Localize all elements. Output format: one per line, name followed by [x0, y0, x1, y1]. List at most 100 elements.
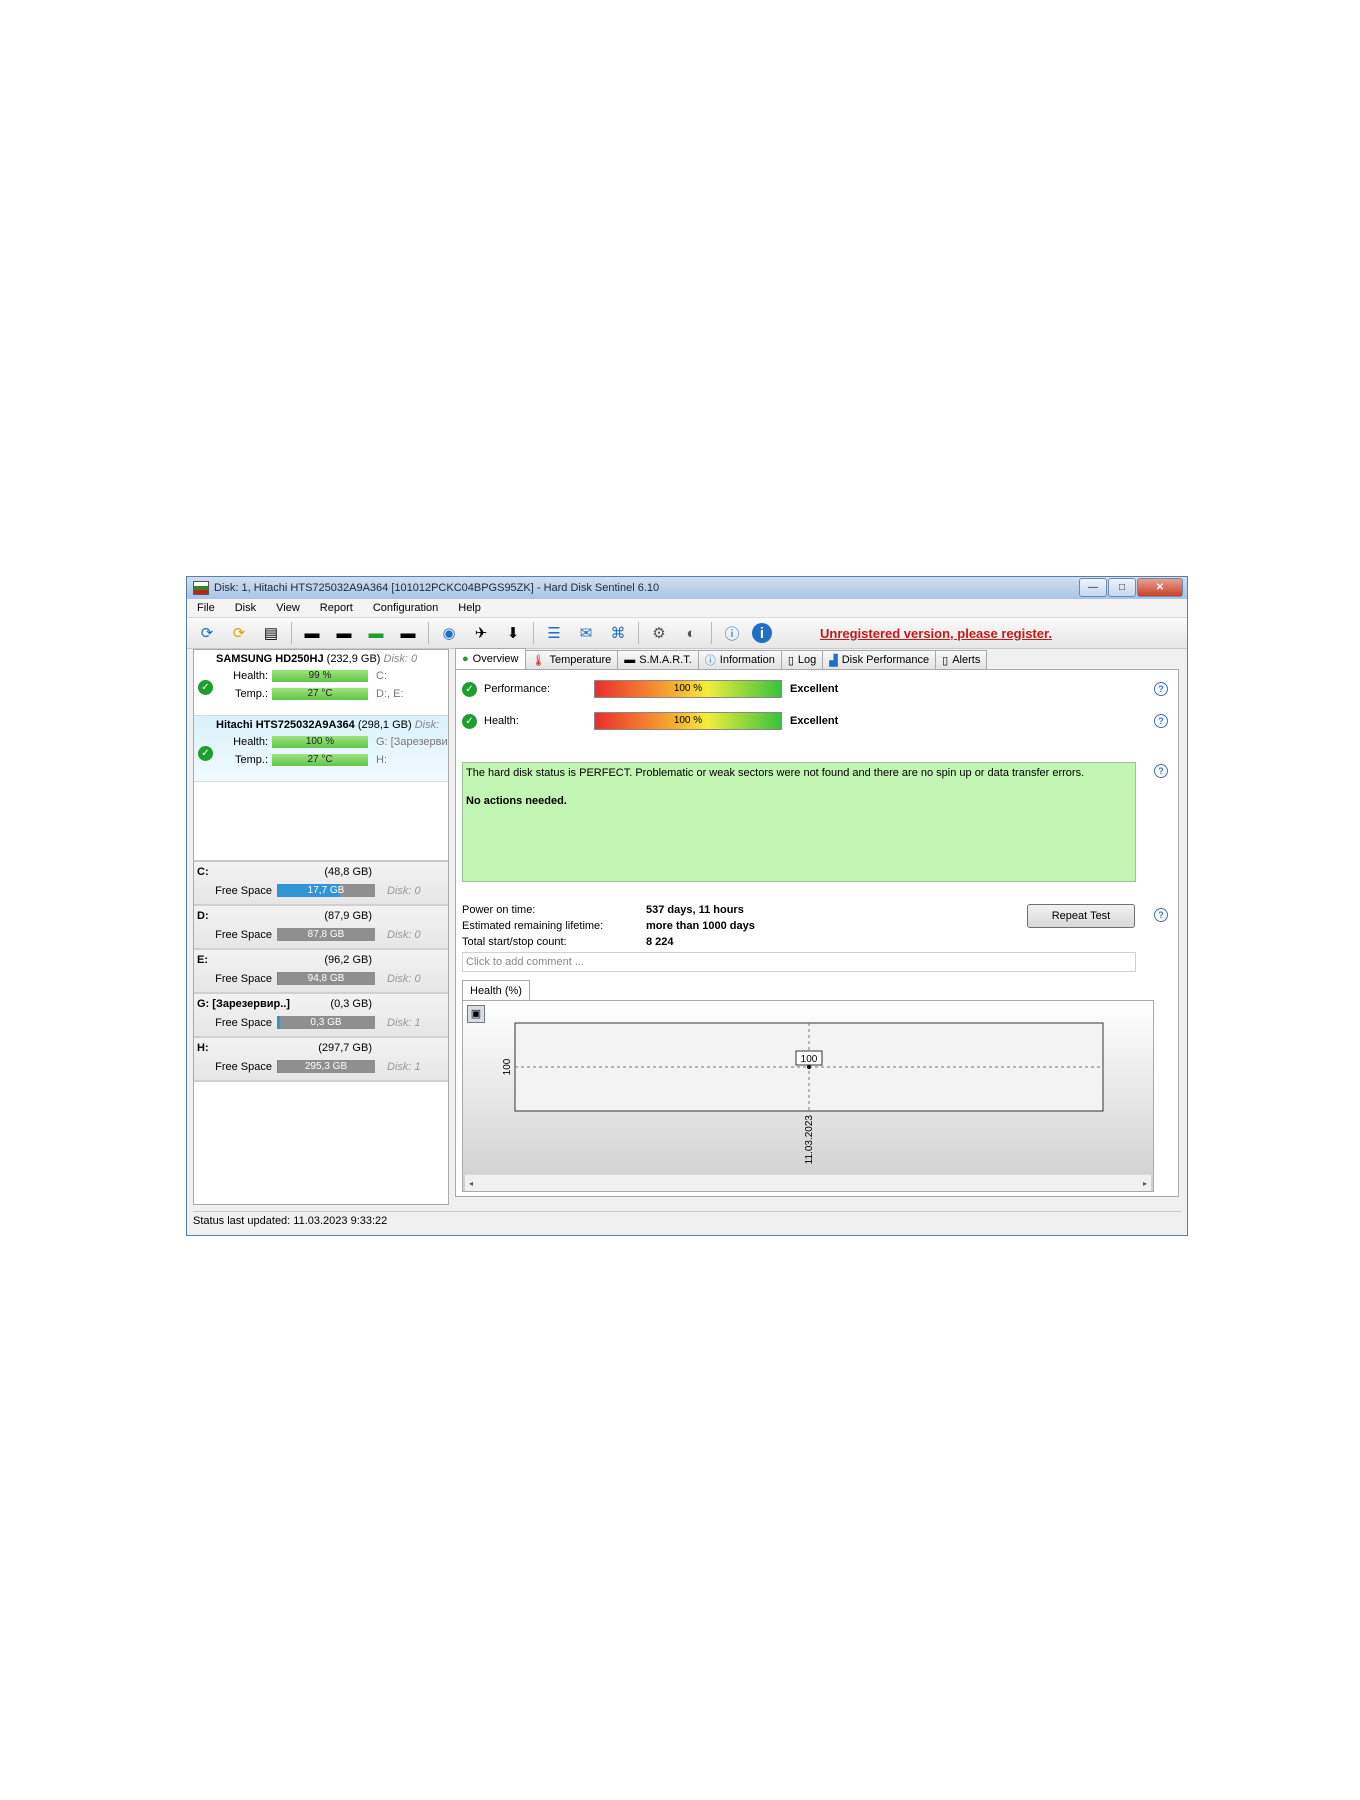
refresh-warning-icon[interactable]: ⟳	[227, 621, 251, 645]
health-chart: 100 100 11.03.2023	[502, 1022, 1104, 1164]
info-row: Estimated remaining lifetime: more than 1…	[462, 920, 755, 936]
horizontal-scrollbar[interactable]: ◂ ▸	[465, 1174, 1151, 1191]
network-icon[interactable]: ⌘	[606, 621, 630, 645]
tab-label: Temperature	[549, 654, 612, 666]
globe-icon[interactable]: ◉	[437, 621, 461, 645]
volume-size: (48,8 GB)	[324, 866, 372, 878]
disk-timer-icon[interactable]: ▬	[332, 621, 356, 645]
menu-report[interactable]: Report	[320, 602, 353, 614]
disk-index: Disk:	[414, 719, 440, 731]
register-link[interactable]: Unregistered version, please register.	[820, 626, 1052, 641]
help-icon[interactable]: ?	[1154, 682, 1168, 696]
help-icon[interactable]: ?	[1154, 908, 1168, 922]
scroll-right-icon[interactable]: ▸	[1143, 1179, 1147, 1188]
volume-disk-index: Disk: 0	[387, 972, 421, 985]
volume-header: C: (48,8 GB)	[194, 862, 448, 878]
ok-check-icon: ✓	[462, 682, 477, 697]
disk-send-icon[interactable]: ⬇	[501, 621, 525, 645]
title-bar[interactable]: Disk: 1, Hitachi HTS725032A9A364 [101012…	[187, 577, 1187, 599]
notes-icon[interactable]: ☰	[542, 621, 566, 645]
toolbar-separator	[711, 622, 712, 644]
disk-size: (232,9 GB)	[326, 653, 381, 665]
tab-alerts[interactable]: ▯ Alerts	[935, 650, 988, 669]
scroll-left-icon[interactable]: ◂	[469, 1179, 473, 1188]
overview-panel: ✓ Performance: 100 % Excellent ? ✓ Health:…	[455, 669, 1179, 1197]
free-space-bar: 17,7 GB	[277, 884, 375, 897]
disk-search-icon[interactable]: ▬	[396, 621, 420, 645]
info-value: 8 224	[646, 936, 674, 948]
performance-label-wrap: ✓ Performance:	[462, 682, 594, 697]
gear-icon[interactable]: ⚙	[647, 621, 671, 645]
tab-label: Information	[719, 654, 775, 666]
health-bar: 100 %	[594, 712, 782, 730]
comment-input[interactable]: Click to add comment ...	[462, 952, 1136, 972]
tab-temperature[interactable]: 🌡 Temperature	[524, 650, 619, 669]
menu-configuration[interactable]: Configuration	[373, 602, 438, 614]
free-space-row: Free Space 17,7 GB Disk: 0	[194, 884, 448, 897]
disk-size: (298,1 GB)	[357, 719, 412, 731]
volume-letter: E:	[197, 954, 208, 966]
tab-health-chart[interactable]: Health (%)	[462, 980, 530, 1001]
disk-item-0[interactable]: SAMSUNG HD250HJ (232,9 GB) Disk: 0 ✓ Hea…	[194, 650, 448, 716]
tab-log[interactable]: ▯ Log	[780, 650, 824, 669]
temp-bar: 27 °C	[272, 754, 368, 766]
health-result: Excellent	[790, 715, 839, 727]
volume-header: E: (96,2 GB)	[194, 950, 448, 966]
help-icon[interactable]: ⓘ	[720, 621, 744, 645]
volume-disk-index: Disk: 1	[387, 1060, 421, 1073]
health-row: ✓ Health: 100 % Excellent	[462, 712, 838, 730]
menu-file[interactable]: File	[197, 602, 215, 614]
status-message-box: The hard disk status is PERFECT. Problem…	[462, 762, 1136, 882]
volume-item[interactable]: H: (297,7 GB) Free Space 295,3 GB Disk: 1	[194, 1038, 448, 1082]
disk-item-1[interactable]: Hitachi HTS725032A9A364 (298,1 GB) Disk:…	[194, 716, 448, 782]
refresh-icon[interactable]: ⟳	[195, 621, 219, 645]
volume-header: D: (87,9 GB)	[194, 906, 448, 922]
used-space-fill	[277, 1060, 278, 1073]
temp-row: Temp.: 27 °C D:, E:	[194, 687, 448, 701]
disk-check-icon[interactable]: ▬	[300, 621, 324, 645]
disk-name: Hitachi HTS725032A9A364	[216, 719, 355, 731]
free-space-label: Free Space	[215, 1016, 272, 1029]
menu-view[interactable]: View	[276, 602, 300, 614]
status-bar: Status last updated: 11.03.2023 9:33:22	[193, 1211, 1181, 1230]
repeat-test-button[interactable]: Repeat Test	[1027, 904, 1135, 928]
mail-icon[interactable]: ✉	[574, 621, 598, 645]
disk-name: SAMSUNG HD250HJ	[216, 653, 324, 665]
volume-item[interactable]: G: [Зарезервир..] (0,3 GB) Free Space 0,3 G…	[194, 994, 448, 1038]
info-row: Power on time: 537 days, 11 hours	[462, 904, 755, 920]
health-label: Health:	[484, 715, 519, 727]
detail-panel: ● Overview 🌡 Temperature ▬ S.M.A.R.T. ⓘ Info…	[455, 648, 1179, 1205]
free-space-label: Free Space	[215, 972, 272, 985]
info-icon[interactable]: i	[752, 623, 772, 643]
performance-bar: 100 %	[594, 680, 782, 698]
disk-name-row: Hitachi HTS725032A9A364 (298,1 GB) Disk:	[194, 719, 448, 731]
volume-item[interactable]: E: (96,2 GB) Free Space 94,8 GB Disk: 0	[194, 950, 448, 994]
help-icon[interactable]: ?	[1154, 714, 1168, 728]
volume-item[interactable]: C: (48,8 GB) Free Space 17,7 GB Disk: 0	[194, 862, 448, 906]
help-icon[interactable]: ?	[1154, 764, 1168, 778]
tab-disk-performance[interactable]: ▟ Disk Performance	[822, 650, 937, 669]
sound-icon[interactable]: ◐	[679, 621, 703, 645]
menu-help[interactable]: Help	[458, 602, 481, 614]
tab-information[interactable]: ⓘ Information	[697, 650, 782, 669]
maximize-button[interactable]: □	[1108, 578, 1136, 597]
disk-icon[interactable]: ▤	[259, 621, 283, 645]
actions-text: No actions needed.	[466, 795, 567, 807]
free-space-label: Free Space	[215, 928, 272, 941]
satellite-icon[interactable]: ✈	[469, 621, 493, 645]
tab-label: S.M.A.R.T.	[639, 654, 692, 666]
volume-header: H: (297,7 GB)	[194, 1038, 448, 1054]
menu-disk[interactable]: Disk	[235, 602, 256, 614]
minimize-button[interactable]: —	[1079, 578, 1107, 597]
disk-ok-icon[interactable]: ▬	[364, 621, 388, 645]
info-key: Power on time:	[462, 904, 536, 916]
volume-item[interactable]: D: (87,9 GB) Free Space 87,8 GB Disk: 0	[194, 906, 448, 950]
disk-index: Disk: 0	[383, 653, 418, 665]
disk-info: Power on time: 537 days, 11 hours Estimat…	[462, 904, 755, 952]
free-space-bar: 295,3 GB	[277, 1060, 375, 1073]
tab-overview[interactable]: ● Overview	[455, 648, 526, 669]
check-icon: ●	[462, 653, 469, 665]
volume-size: (0,3 GB)	[330, 998, 372, 1010]
tab-smart[interactable]: ▬ S.M.A.R.T.	[617, 650, 699, 669]
close-button[interactable]: ✕	[1137, 578, 1183, 597]
